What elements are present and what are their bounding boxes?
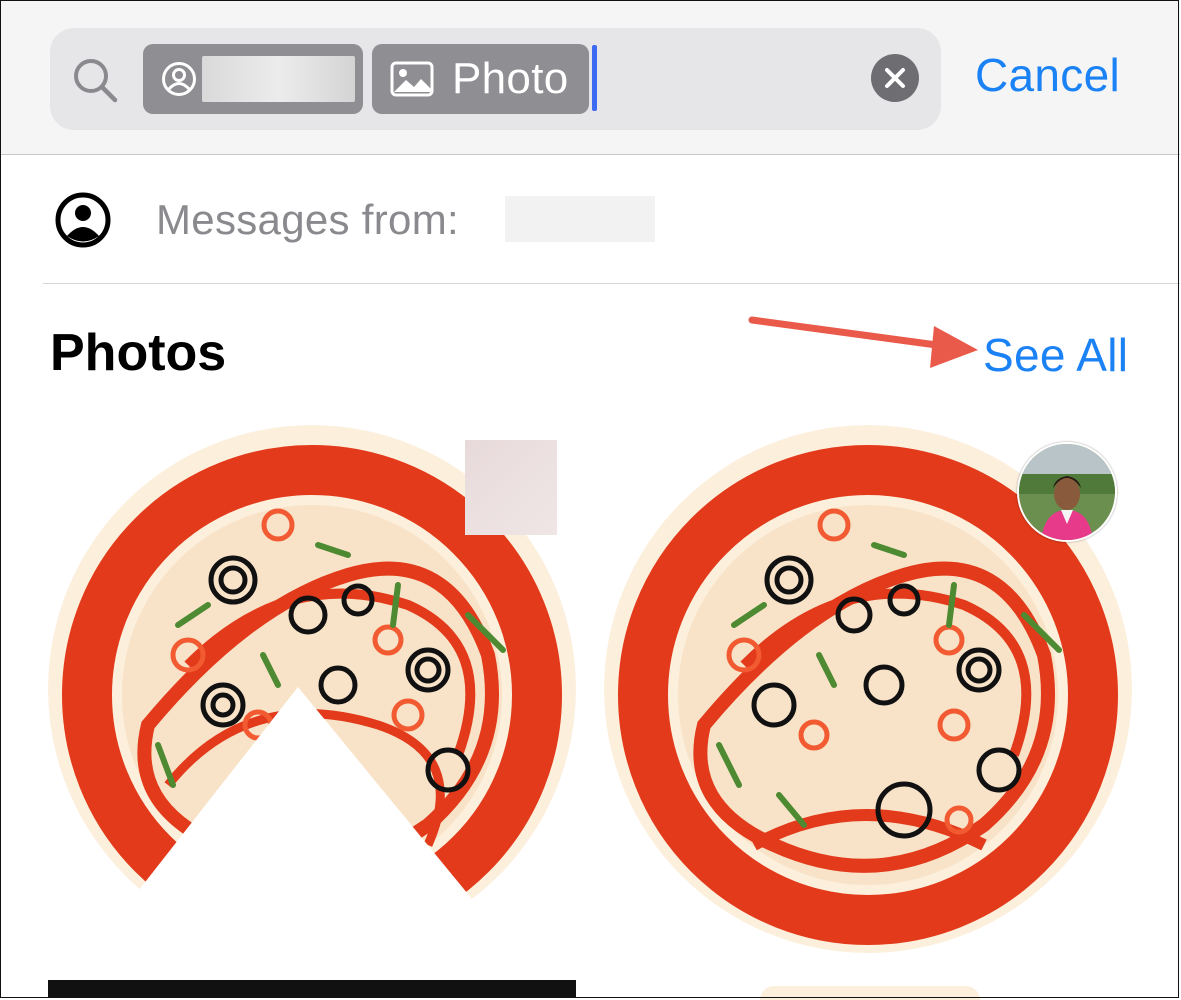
person-circle-icon: [55, 192, 111, 248]
photo-thumbnail-partial[interactable]: [48, 980, 576, 998]
photo-token-label: Photo: [452, 54, 569, 103]
divider: [43, 283, 1180, 284]
image-icon: [390, 61, 434, 97]
clear-icon: [885, 68, 905, 88]
annotation-arrow: [748, 316, 978, 368]
messages-from-suggestion[interactable]: Messages from:: [156, 196, 459, 244]
clear-search-button[interactable]: [871, 54, 919, 102]
see-all-button[interactable]: See All: [983, 328, 1128, 382]
redacted-sender-name: [505, 196, 655, 242]
person-icon: [162, 62, 196, 96]
text-caret: [592, 45, 597, 111]
search-token-person[interactable]: [143, 44, 363, 114]
section-title: Photos: [50, 324, 227, 382]
redacted-contact-name: [202, 56, 355, 102]
search-token-photo[interactable]: Photo: [372, 44, 589, 114]
photo-thumbnail-partial[interactable]: [760, 986, 980, 1000]
search-icon: [74, 59, 118, 103]
cancel-button[interactable]: Cancel: [975, 48, 1120, 102]
redacted-avatar: [465, 440, 557, 535]
sender-avatar: [1017, 442, 1117, 542]
